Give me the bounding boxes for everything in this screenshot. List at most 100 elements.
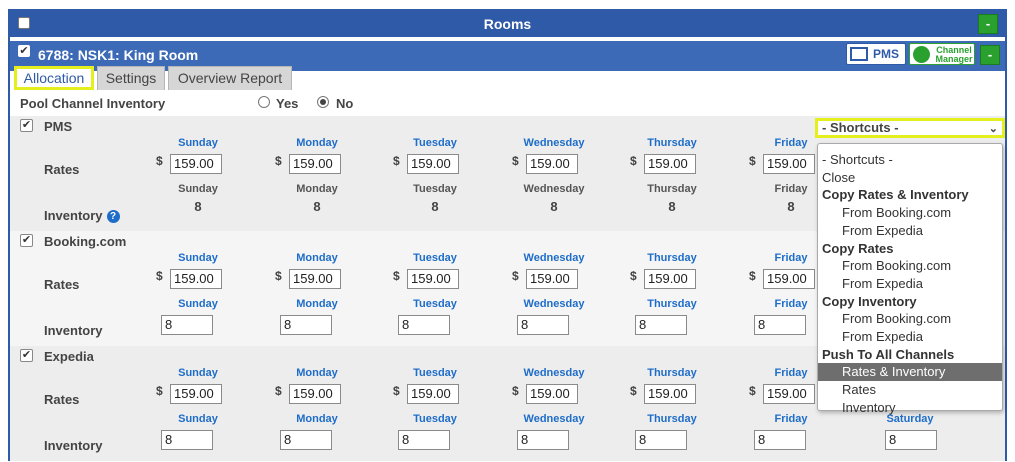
day-header: Monday (296, 137, 338, 149)
dropdown-option[interactable]: Rates (818, 381, 1002, 399)
pool-channel-label: Pool Channel Inventory (20, 96, 166, 111)
tab-allocation[interactable]: Allocation (14, 66, 94, 90)
inventory-input[interactable]: 8 (398, 430, 450, 450)
rate-input[interactable]: 159.00 (763, 269, 815, 289)
channel-checkbox[interactable]: ✔ (20, 119, 33, 132)
inventory-input[interactable]: 8 (161, 315, 213, 335)
rate-input[interactable]: 159.00 (289, 269, 341, 289)
channel-manager-button[interactable]: Channel Manager (909, 43, 975, 65)
inventory-input[interactable]: 8 (754, 315, 806, 335)
channel-checkbox[interactable]: ✔ (20, 349, 33, 362)
day-column: Thursday $159.00 Thursday 8 (627, 137, 717, 227)
day-header: Wednesday (523, 252, 585, 264)
inventory-input[interactable]: 8 (280, 430, 332, 450)
rate-input[interactable]: 159.00 (407, 384, 459, 404)
inventory-input[interactable]: 8 (517, 430, 569, 450)
dropdown-option[interactable]: From Booking.com (818, 310, 1002, 328)
day-header: Sunday (178, 367, 218, 379)
inventory-value: 8 (550, 199, 558, 214)
pool-yes-label: Yes (276, 96, 299, 111)
rate-input[interactable]: 159.00 (526, 269, 578, 289)
day-column: Sunday $159.00 Sunday 8 (153, 252, 243, 342)
collapse-rooms-button[interactable]: - (978, 14, 998, 34)
rate-input[interactable]: 159.00 (644, 269, 696, 289)
day-header: Thursday (647, 137, 697, 149)
day-column: Wednesday $159.00 Wednesday 8 (509, 367, 599, 457)
room-checkbox[interactable]: ✔ (18, 45, 30, 57)
currency-symbol: $ (749, 154, 756, 168)
inventory-input[interactable]: 8 (517, 315, 569, 335)
rate-input[interactable]: 159.00 (407, 269, 459, 289)
channel-name: Expedia (44, 349, 94, 364)
dropdown-option[interactable]: From Expedia (818, 328, 1002, 346)
day-header: Wednesday (523, 183, 585, 195)
rate-input[interactable]: 159.00 (407, 154, 459, 174)
inventory-input[interactable]: 8 (635, 315, 687, 335)
collapse-room-button[interactable]: - (980, 45, 1000, 65)
dropdown-group-label: Copy Rates & Inventory (822, 187, 969, 203)
rooms-panel: Rooms - ✔ 6788: NSK1: King Room PMS Chan… (8, 9, 1007, 461)
day-column: Tuesday $159.00 Tuesday 8 (390, 367, 480, 457)
inventory-input[interactable]: 8 (280, 315, 332, 335)
day-header: Thursday (647, 298, 697, 310)
pool-no-label: No (336, 96, 354, 111)
rate-input[interactable]: 159.00 (170, 154, 222, 174)
dropdown-option[interactable]: Close (818, 169, 1002, 187)
day-column: Monday $159.00 Monday 8 (272, 137, 362, 227)
pool-no-radio[interactable] (317, 96, 329, 108)
rate-input[interactable]: 159.00 (170, 384, 222, 404)
shortcuts-select[interactable]: - Shortcuts - ⌄ (815, 118, 1005, 138)
day-header: Tuesday (413, 413, 457, 425)
currency-symbol: $ (749, 269, 756, 283)
rate-input[interactable]: 159.00 (644, 154, 696, 174)
rate-input[interactable]: 159.00 (763, 154, 815, 174)
currency-symbol: $ (393, 154, 400, 168)
dropdown-group-label: Push To All Channels (822, 346, 955, 362)
currency-symbol: $ (630, 384, 637, 398)
tab-overview-report[interactable]: Overview Report (168, 66, 292, 90)
inventory-input[interactable]: 8 (635, 430, 687, 450)
channel-checkbox[interactable]: ✔ (20, 234, 33, 247)
rate-input[interactable]: 159.00 (526, 154, 578, 174)
inventory-input[interactable]: 8 (398, 315, 450, 335)
inventory-label: Inventory (44, 323, 103, 338)
rates-label: Rates (44, 162, 80, 177)
dropdown-option[interactable]: From Booking.com (818, 204, 1002, 222)
inventory-label: Inventory (44, 438, 103, 453)
day-header: Monday (296, 252, 338, 264)
pms-button[interactable]: PMS (846, 43, 906, 65)
rate-input[interactable]: 159.00 (289, 384, 341, 404)
globe-icon (913, 46, 930, 63)
dropdown-option[interactable]: From Booking.com (818, 257, 1002, 275)
day-header: Tuesday (413, 367, 457, 379)
day-header: Wednesday (523, 137, 585, 149)
pool-yes-radio[interactable] (258, 96, 270, 108)
inventory-value: 8 (668, 199, 676, 214)
inventory-input[interactable]: 8 (161, 430, 213, 450)
dropdown-option[interactable]: Inventory (818, 399, 1002, 417)
rate-input[interactable]: 159.00 (170, 269, 222, 289)
help-icon[interactable]: ? (106, 210, 120, 224)
dropdown-option[interactable]: - Shortcuts - (818, 151, 1002, 169)
rate-input[interactable]: 159.00 (289, 154, 341, 174)
rate-input[interactable]: 159.00 (526, 384, 578, 404)
day-header: Sunday (178, 298, 218, 310)
dropdown-option[interactable]: From Expedia (818, 222, 1002, 240)
inventory-input[interactable]: 8 (885, 430, 937, 450)
dropdown-option[interactable]: Rates & Inventory (818, 363, 1002, 382)
day-header: Monday (296, 183, 338, 195)
day-header: Tuesday (413, 137, 457, 149)
currency-symbol: $ (630, 269, 637, 283)
tab-settings[interactable]: Settings (97, 66, 165, 90)
rate-input[interactable]: 159.00 (644, 384, 696, 404)
dropdown-option[interactable]: From Expedia (818, 275, 1002, 293)
day-header: Thursday (647, 413, 697, 425)
day-column: Sunday $159.00 Sunday 8 (153, 367, 243, 457)
rate-input[interactable]: 159.00 (763, 384, 815, 404)
select-all-checkbox[interactable] (18, 17, 30, 29)
rates-label: Rates (44, 277, 80, 292)
day-header: Tuesday (413, 298, 457, 310)
day-header: Sunday (178, 413, 218, 425)
inventory-input[interactable]: 8 (754, 430, 806, 450)
dropdown-group-label: Copy Rates (822, 240, 894, 256)
